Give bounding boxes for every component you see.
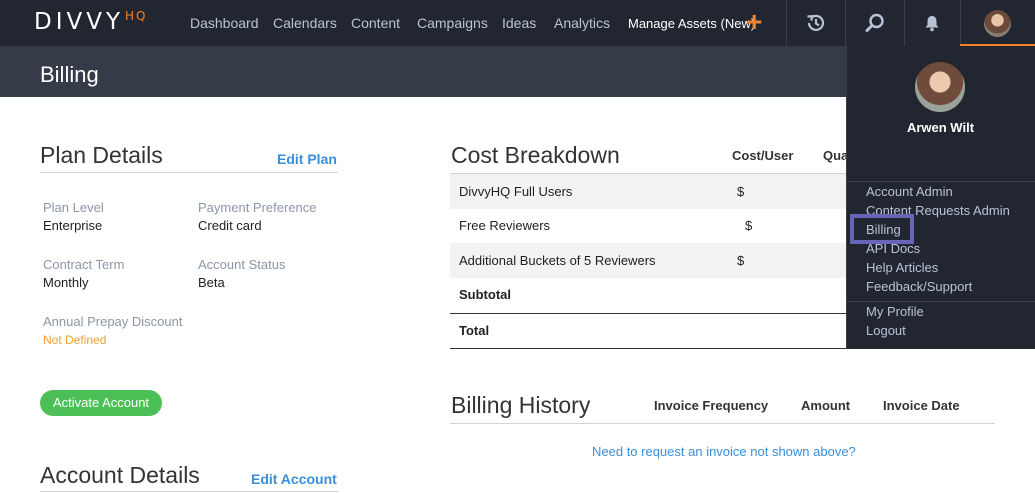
nav-divider	[786, 0, 787, 46]
page-title: Billing	[40, 62, 99, 87]
nav-content[interactable]: Content	[351, 15, 400, 31]
divvyhq-logo[interactable]: DIVVY HQ	[34, 9, 148, 36]
dropdown-user-avatar	[915, 62, 965, 112]
billing-highlight-box	[850, 214, 914, 244]
account-status-label: Account Status	[198, 257, 286, 272]
notification-bell-icon[interactable]	[920, 11, 944, 35]
nav-manage-assets[interactable]: Manage Assets (New)	[628, 16, 755, 32]
logo-suffix: HQ	[125, 9, 148, 23]
menu-item-my-profile[interactable]: My Profile	[866, 304, 924, 319]
payment-preference-label: Payment Preference	[198, 200, 317, 215]
divider	[450, 348, 846, 349]
account-details-heading: Account Details	[40, 462, 200, 488]
account-status-value: Beta	[198, 275, 225, 290]
row-name: Free Reviewers	[459, 218, 551, 233]
nav-campaigns[interactable]: Campaigns	[417, 15, 488, 31]
history-icon[interactable]	[804, 11, 828, 35]
invoice-date-header: Invoice Date	[883, 398, 960, 413]
nav-analytics[interactable]: Analytics	[554, 15, 610, 31]
divider	[450, 423, 995, 424]
plan-details-heading: Plan Details	[40, 142, 163, 168]
row-name: DivvyHQ Full Users	[459, 184, 573, 199]
subtotal-label: Subtotal	[459, 287, 511, 302]
annual-prepay-label: Annual Prepay Discount	[43, 314, 183, 329]
menu-item-account-admin[interactable]: Account Admin	[866, 184, 953, 199]
logo-text: DIVVY	[34, 9, 125, 35]
contract-term-value: Monthly	[43, 275, 89, 290]
request-invoice-link[interactable]: Need to request an invoice not shown abo…	[592, 444, 856, 459]
menu-item-logout[interactable]: Logout	[866, 323, 906, 338]
menu-item-help-articles[interactable]: Help Articles	[866, 260, 938, 275]
total-label: Total	[459, 323, 490, 338]
user-avatar[interactable]	[984, 10, 1011, 37]
add-plus-icon[interactable]: +	[746, 8, 762, 36]
row-cost: $	[745, 218, 753, 233]
cost-breakdown-heading: Cost Breakdown	[451, 142, 620, 168]
edit-plan-link[interactable]: Edit Plan	[277, 151, 337, 167]
billing-history-heading: Billing History	[451, 392, 591, 418]
dropdown-user-name: Arwen Wilt	[906, 120, 975, 135]
quantity-header: Qua	[823, 148, 849, 163]
nav-divider	[960, 0, 961, 46]
contract-term-label: Contract Term	[43, 257, 125, 272]
row-cost: $	[737, 253, 745, 268]
divider	[40, 491, 338, 492]
nav-divider	[904, 0, 905, 46]
plan-level-value: Enterprise	[43, 218, 103, 233]
payment-preference-value: Credit card	[198, 218, 262, 233]
divider	[40, 172, 338, 173]
invoice-frequency-header: Invoice Frequency	[654, 398, 769, 413]
cost-per-user-header: Cost/User	[732, 148, 794, 163]
nav-calendars[interactable]: Calendars	[273, 15, 337, 31]
plan-level-label: Plan Level	[43, 200, 104, 215]
search-icon[interactable]	[863, 11, 887, 35]
nav-divider	[845, 0, 846, 46]
menu-item-feedback-support[interactable]: Feedback/Support	[866, 279, 972, 294]
row-cost: $	[737, 184, 745, 199]
edit-account-link[interactable]: Edit Account	[251, 471, 337, 487]
annual-prepay-value: Not Defined	[43, 333, 107, 347]
amount-header: Amount	[801, 398, 851, 413]
nav-dashboard[interactable]: Dashboard	[190, 15, 259, 31]
row-name: Additional Buckets of 5 Reviewers	[459, 253, 656, 268]
activate-account-button[interactable]: Activate Account	[40, 390, 162, 416]
divider	[846, 181, 1035, 182]
divider	[846, 301, 1035, 302]
nav-ideas[interactable]: Ideas	[502, 15, 536, 31]
